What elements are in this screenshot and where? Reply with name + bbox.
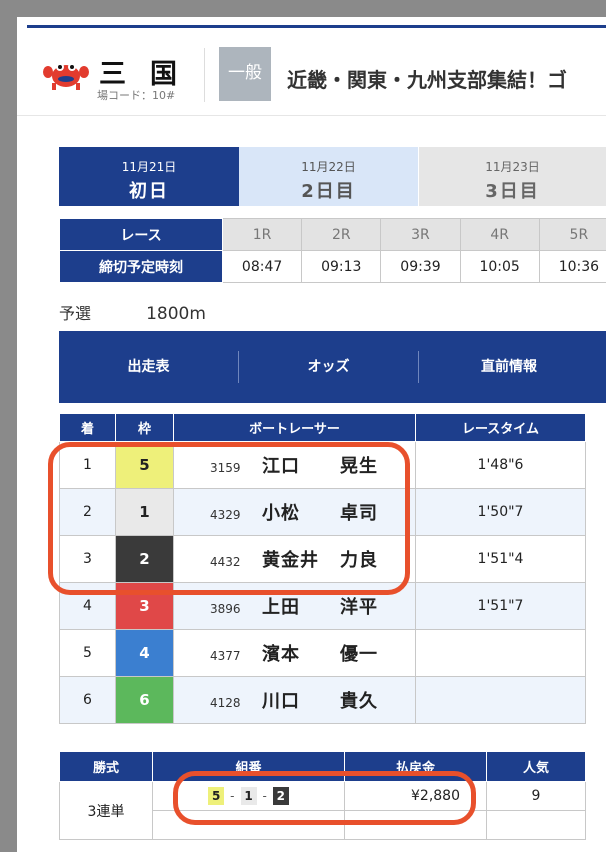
race-5r-tab[interactable]: 5R [538,218,606,251]
day-tab-label: 初日 [129,181,169,202]
col-frame: 枠 [115,413,174,442]
venue-code: 場コード：10# [97,89,176,102]
day-tab-label: 3日目 [485,181,540,202]
table-row: 5 4 4377 濱本 優一 [59,629,586,677]
race-condition: 予選 1800m [59,300,206,324]
day-tab-1[interactable]: 11月21日 初日 [59,147,239,206]
race-series-title: 近畿・関東・九州支部集結！ゴ [287,68,567,92]
empty-cell [486,810,586,840]
deadline-time: 10:05 [459,250,540,283]
deadline-time: 09:39 [380,250,461,283]
rank: 6 [59,676,116,724]
odds-button[interactable]: オッズ [239,331,418,403]
day-tab-date: 11月22日 [301,160,356,174]
race-time: 1'48"6 [415,441,586,489]
rank: 5 [59,629,116,677]
venue-header: 三国 場コード：10# 一般 近畿・関東・九州支部集結！ゴ [17,28,606,116]
racer-family-name: 濱本 [262,644,300,665]
racer-given-name: 洋平 [340,597,378,618]
deadline-time: 08:47 [221,250,303,283]
racer-id: 4128 [210,696,241,710]
payout-highlight-annotation [173,771,476,825]
day-tab-date: 11月23日 [485,160,540,174]
deadline-time: 09:13 [301,250,382,283]
prerace-info-button[interactable]: 直前情報 [419,331,599,403]
race-time: 1'51"4 [415,535,586,583]
race-time [415,629,586,677]
day-tab-date: 11月21日 [121,160,177,174]
bet-type: 3連単 [59,781,153,840]
popularity: 9 [486,781,586,811]
race-1r-tab[interactable]: 1R [221,218,303,251]
day-tab-2[interactable]: 11月22日 2日目 [239,147,418,206]
venue-name: 三国 [99,59,201,90]
race-type: 予選 [59,304,92,323]
page: 三国 場コード：10# 一般 近畿・関東・九州支部集結！ゴ 11月21日 初日 … [17,17,606,852]
table-row: 6 6 4128 川口 貴久 [59,676,586,724]
grade-badge: 一般 [219,47,271,101]
day-tab-3[interactable]: 11月23日 3日目 [419,147,606,206]
race-time [415,676,586,724]
racer-id: 3896 [210,602,241,616]
top3-highlight-annotation [48,442,410,595]
frame-badge: 4 [115,629,174,677]
race-2r-tab[interactable]: 2R [301,218,382,251]
race-time: 1'51"7 [415,582,586,630]
race-time: 1'50"7 [415,488,586,536]
race-distance: 1800m [146,304,206,324]
race-3r-tab[interactable]: 3R [380,218,461,251]
racer-given-name: 優一 [340,644,378,665]
race-nav-bar: 出走表 オッズ 直前情報 [59,331,606,403]
entry-list-button[interactable]: 出走表 [59,331,238,403]
col-bet-type: 勝式 [59,751,153,782]
frame-badge: 6 [115,676,174,724]
col-race-time: レースタイム [415,413,586,442]
deadline-time: 10:36 [538,250,606,283]
deadline-label: 締切予定時刻 [59,250,223,283]
race-schedule-table: レース 1R 2R 3R 4R 5R 締切予定時刻 08:47 09:13 09… [59,218,606,283]
day-tab-label: 2日目 [301,181,356,202]
crab-mascot-icon [43,63,89,90]
racer-family-name: 川口 [262,691,300,712]
race-4r-tab[interactable]: 4R [459,218,540,251]
col-rank: 着 [59,413,116,442]
col-racer: ボートレーサー [173,413,416,442]
racer-given-name: 貴久 [340,691,378,712]
header-divider [204,48,205,102]
racer-cell[interactable]: 4128 川口 貴久 [173,676,416,724]
race-label: レース [59,218,223,251]
racer-family-name: 上田 [262,597,300,618]
racer-id: 4377 [210,649,241,663]
col-popularity: 人気 [486,751,586,782]
racer-cell[interactable]: 4377 濱本 優一 [173,629,416,677]
